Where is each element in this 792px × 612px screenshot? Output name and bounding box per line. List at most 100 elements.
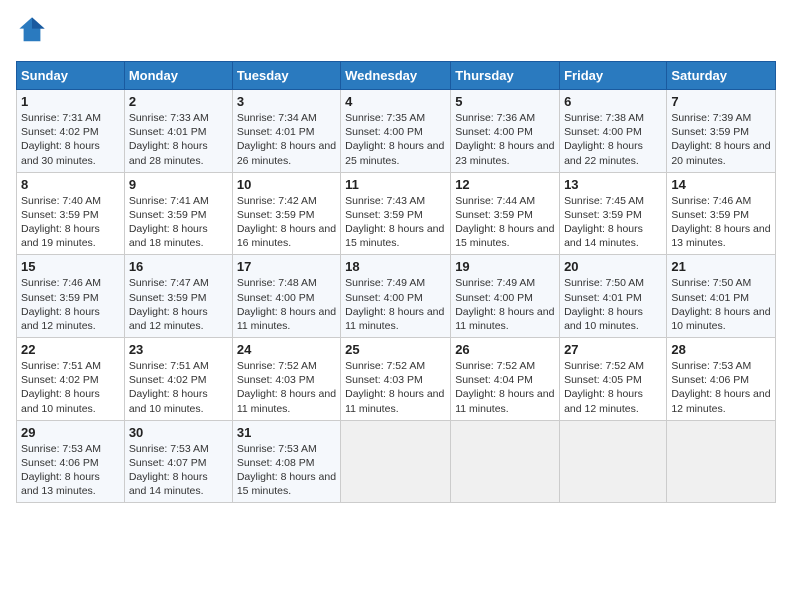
- calendar-cell: 23 Sunrise: 7:51 AMSunset: 4:02 PMDayligh…: [124, 338, 232, 421]
- day-info: Sunrise: 7:44 AMSunset: 3:59 PMDaylight:…: [455, 194, 555, 251]
- day-info: Sunrise: 7:52 AMSunset: 4:04 PMDaylight:…: [455, 359, 555, 416]
- day-number: 22: [21, 342, 120, 357]
- weekday-header-friday: Friday: [560, 62, 667, 90]
- calendar-cell: 24 Sunrise: 7:52 AMSunset: 4:03 PMDayligh…: [232, 338, 340, 421]
- calendar-cell: 14 Sunrise: 7:46 AMSunset: 3:59 PMDayligh…: [667, 172, 776, 255]
- day-number: 11: [345, 177, 446, 192]
- day-info: Sunrise: 7:46 AMSunset: 3:59 PMDaylight:…: [21, 276, 120, 333]
- day-number: 21: [671, 259, 771, 274]
- calendar-cell: 18 Sunrise: 7:49 AMSunset: 4:00 PMDayligh…: [341, 255, 451, 338]
- weekday-header-saturday: Saturday: [667, 62, 776, 90]
- day-info: Sunrise: 7:47 AMSunset: 3:59 PMDaylight:…: [129, 276, 228, 333]
- day-info: Sunrise: 7:53 AMSunset: 4:07 PMDaylight:…: [129, 442, 228, 499]
- weekday-header-monday: Monday: [124, 62, 232, 90]
- day-info: Sunrise: 7:35 AMSunset: 4:00 PMDaylight:…: [345, 111, 446, 168]
- day-info: Sunrise: 7:46 AMSunset: 3:59 PMDaylight:…: [671, 194, 771, 251]
- calendar-cell: 12 Sunrise: 7:44 AMSunset: 3:59 PMDayligh…: [451, 172, 560, 255]
- day-number: 16: [129, 259, 228, 274]
- day-number: 5: [455, 94, 555, 109]
- calendar-cell: 16 Sunrise: 7:47 AMSunset: 3:59 PMDayligh…: [124, 255, 232, 338]
- calendar-cell: [341, 420, 451, 503]
- day-number: 8: [21, 177, 120, 192]
- calendar-week-row: 22 Sunrise: 7:51 AMSunset: 4:02 PMDayligh…: [17, 338, 776, 421]
- day-number: 29: [21, 425, 120, 440]
- day-info: Sunrise: 7:38 AMSunset: 4:00 PMDaylight:…: [564, 111, 662, 168]
- day-info: Sunrise: 7:48 AMSunset: 4:00 PMDaylight:…: [237, 276, 336, 333]
- day-number: 23: [129, 342, 228, 357]
- weekday-header-sunday: Sunday: [17, 62, 125, 90]
- day-number: 31: [237, 425, 336, 440]
- day-info: Sunrise: 7:53 AMSunset: 4:06 PMDaylight:…: [21, 442, 120, 499]
- day-info: Sunrise: 7:50 AMSunset: 4:01 PMDaylight:…: [564, 276, 662, 333]
- calendar-table: SundayMondayTuesdayWednesdayThursdayFrid…: [16, 61, 776, 503]
- day-info: Sunrise: 7:53 AMSunset: 4:08 PMDaylight:…: [237, 442, 336, 499]
- day-number: 1: [21, 94, 120, 109]
- logo: [16, 16, 50, 49]
- logo-icon: [18, 16, 46, 44]
- day-number: 20: [564, 259, 662, 274]
- weekday-header-wednesday: Wednesday: [341, 62, 451, 90]
- day-info: Sunrise: 7:42 AMSunset: 3:59 PMDaylight:…: [237, 194, 336, 251]
- calendar-cell: 13 Sunrise: 7:45 AMSunset: 3:59 PMDayligh…: [560, 172, 667, 255]
- day-number: 9: [129, 177, 228, 192]
- day-info: Sunrise: 7:52 AMSunset: 4:03 PMDaylight:…: [237, 359, 336, 416]
- day-info: Sunrise: 7:43 AMSunset: 3:59 PMDaylight:…: [345, 194, 446, 251]
- calendar-cell: [667, 420, 776, 503]
- day-number: 28: [671, 342, 771, 357]
- day-number: 2: [129, 94, 228, 109]
- calendar-cell: 19 Sunrise: 7:49 AMSunset: 4:00 PMDayligh…: [451, 255, 560, 338]
- calendar-cell: 17 Sunrise: 7:48 AMSunset: 4:00 PMDayligh…: [232, 255, 340, 338]
- page-header: [16, 16, 776, 49]
- calendar-cell: 6 Sunrise: 7:38 AMSunset: 4:00 PMDaylight…: [560, 90, 667, 173]
- day-info: Sunrise: 7:53 AMSunset: 4:06 PMDaylight:…: [671, 359, 771, 416]
- calendar-cell: 30 Sunrise: 7:53 AMSunset: 4:07 PMDayligh…: [124, 420, 232, 503]
- calendar-week-row: 8 Sunrise: 7:40 AMSunset: 3:59 PMDaylight…: [17, 172, 776, 255]
- day-number: 14: [671, 177, 771, 192]
- calendar-cell: 25 Sunrise: 7:52 AMSunset: 4:03 PMDayligh…: [341, 338, 451, 421]
- calendar-week-row: 29 Sunrise: 7:53 AMSunset: 4:06 PMDayligh…: [17, 420, 776, 503]
- calendar-cell: 7Sunrise: 7:39 AMSunset: 3:59 PMDaylight…: [667, 90, 776, 173]
- calendar-body: 1 Sunrise: 7:31 AMSunset: 4:02 PMDaylight…: [17, 90, 776, 503]
- day-info: Sunrise: 7:49 AMSunset: 4:00 PMDaylight:…: [455, 276, 555, 333]
- day-info: Sunrise: 7:36 AMSunset: 4:00 PMDaylight:…: [455, 111, 555, 168]
- day-number: 25: [345, 342, 446, 357]
- day-info: Sunrise: 7:39 AMSunset: 3:59 PMDaylight:…: [671, 111, 771, 168]
- day-number: 27: [564, 342, 662, 357]
- day-info: Sunrise: 7:31 AMSunset: 4:02 PMDaylight:…: [21, 111, 120, 168]
- calendar-cell: 20 Sunrise: 7:50 AMSunset: 4:01 PMDayligh…: [560, 255, 667, 338]
- calendar-cell: 31 Sunrise: 7:53 AMSunset: 4:08 PMDayligh…: [232, 420, 340, 503]
- calendar-cell: 21Sunrise: 7:50 AMSunset: 4:01 PMDayligh…: [667, 255, 776, 338]
- calendar-cell: 1 Sunrise: 7:31 AMSunset: 4:02 PMDaylight…: [17, 90, 125, 173]
- calendar-cell: 27 Sunrise: 7:52 AMSunset: 4:05 PMDayligh…: [560, 338, 667, 421]
- day-number: 17: [237, 259, 336, 274]
- day-number: 19: [455, 259, 555, 274]
- day-info: Sunrise: 7:52 AMSunset: 4:05 PMDaylight:…: [564, 359, 662, 416]
- day-number: 10: [237, 177, 336, 192]
- day-number: 4: [345, 94, 446, 109]
- day-number: 30: [129, 425, 228, 440]
- calendar-week-row: 1 Sunrise: 7:31 AMSunset: 4:02 PMDaylight…: [17, 90, 776, 173]
- calendar-cell: 2 Sunrise: 7:33 AMSunset: 4:01 PMDaylight…: [124, 90, 232, 173]
- day-info: Sunrise: 7:40 AMSunset: 3:59 PMDaylight:…: [21, 194, 120, 251]
- day-info: Sunrise: 7:49 AMSunset: 4:00 PMDaylight:…: [345, 276, 446, 333]
- day-info: Sunrise: 7:51 AMSunset: 4:02 PMDaylight:…: [129, 359, 228, 416]
- calendar-cell: 22Sunrise: 7:51 AMSunset: 4:02 PMDayligh…: [17, 338, 125, 421]
- day-number: 24: [237, 342, 336, 357]
- day-number: 12: [455, 177, 555, 192]
- day-number: 26: [455, 342, 555, 357]
- day-info: Sunrise: 7:33 AMSunset: 4:01 PMDaylight:…: [129, 111, 228, 168]
- day-info: Sunrise: 7:41 AMSunset: 3:59 PMDaylight:…: [129, 194, 228, 251]
- day-number: 18: [345, 259, 446, 274]
- calendar-cell: 5 Sunrise: 7:36 AMSunset: 4:00 PMDaylight…: [451, 90, 560, 173]
- calendar-cell: 9 Sunrise: 7:41 AMSunset: 3:59 PMDaylight…: [124, 172, 232, 255]
- day-info: Sunrise: 7:52 AMSunset: 4:03 PMDaylight:…: [345, 359, 446, 416]
- calendar-cell: 4 Sunrise: 7:35 AMSunset: 4:00 PMDaylight…: [341, 90, 451, 173]
- day-number: 6: [564, 94, 662, 109]
- calendar-header-row: SundayMondayTuesdayWednesdayThursdayFrid…: [17, 62, 776, 90]
- calendar-cell: [560, 420, 667, 503]
- day-number: 13: [564, 177, 662, 192]
- calendar-cell: 29 Sunrise: 7:53 AMSunset: 4:06 PMDayligh…: [17, 420, 125, 503]
- weekday-header-tuesday: Tuesday: [232, 62, 340, 90]
- day-info: Sunrise: 7:45 AMSunset: 3:59 PMDaylight:…: [564, 194, 662, 251]
- calendar-cell: 3Sunrise: 7:34 AMSunset: 4:01 PMDaylight…: [232, 90, 340, 173]
